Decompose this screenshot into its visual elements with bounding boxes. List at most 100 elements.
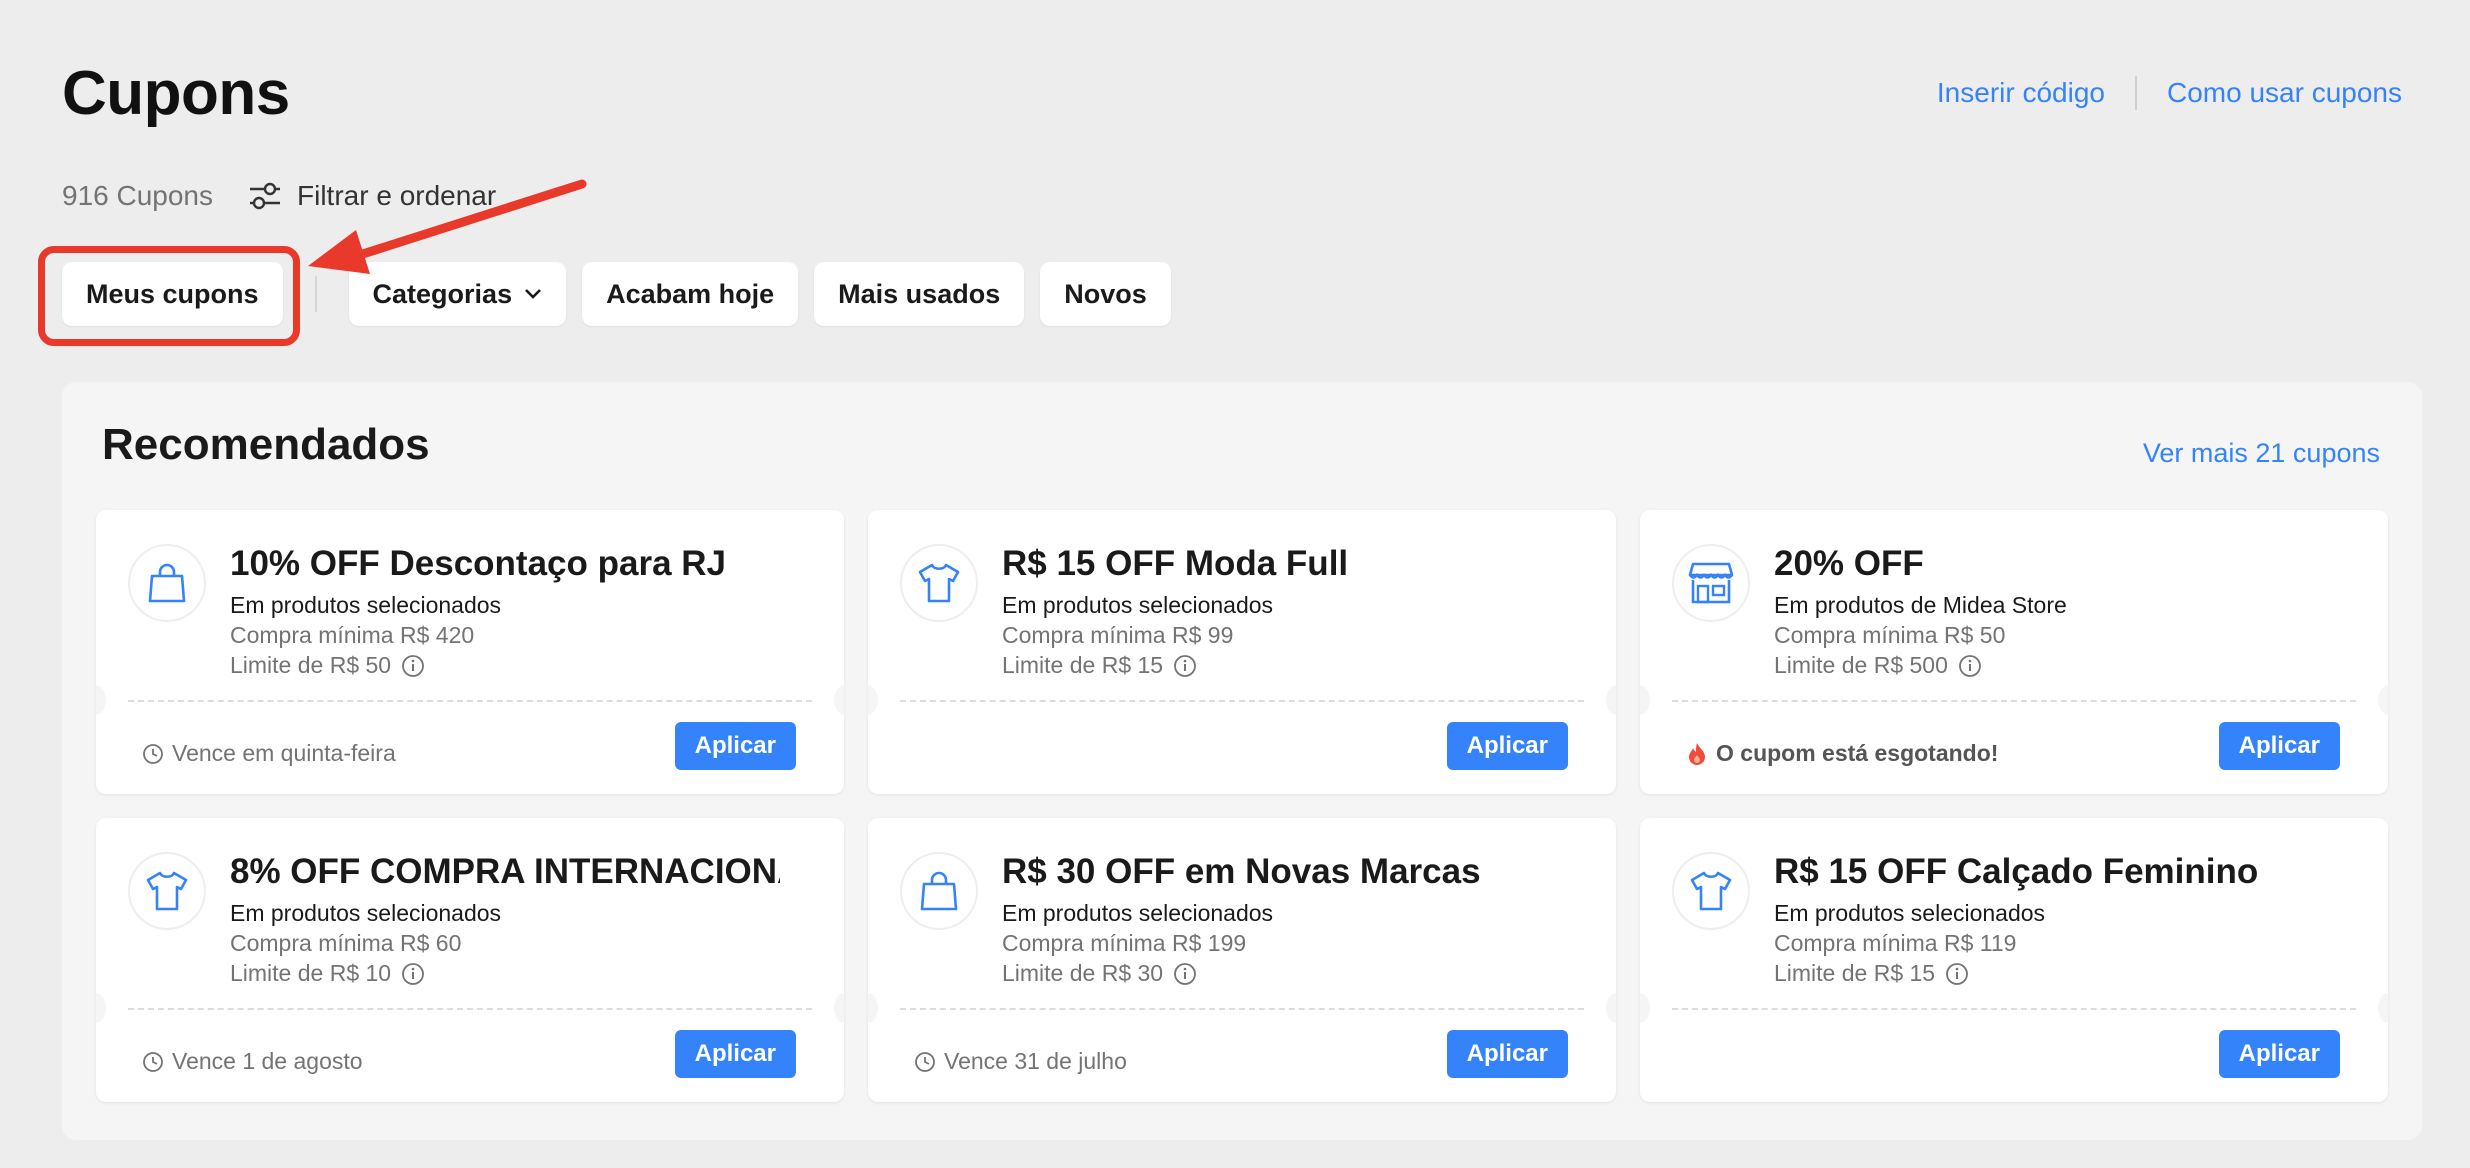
coupon-expiry: Vence em quinta-feira: [142, 740, 396, 767]
coupon-limit: Limite de R$ 15: [1002, 652, 1197, 679]
ticket-notch: [1606, 993, 1616, 1023]
ticket-notch: [834, 993, 844, 1023]
coupon-card: 20% OFF Em produtos de Midea Store Compr…: [1640, 510, 2388, 794]
coupon-limit-text: Limite de R$ 50: [230, 652, 392, 678]
see-more-coupons-link[interactable]: Ver mais 21 cupons: [2143, 438, 2380, 469]
coupon-subtitle: Em produtos selecionados: [1002, 900, 1274, 926]
coupon-expiry: Vence 1 de agosto: [142, 1048, 363, 1075]
coupon-expiry-text: Vence 1 de agosto: [172, 1048, 363, 1074]
coupon-icon-circle: [900, 852, 978, 930]
annotation-highlight-box: [38, 246, 300, 346]
coupon-limit: Limite de R$ 10: [230, 960, 425, 987]
coupon-subtitle: Em produtos selecionados: [230, 900, 502, 926]
ticket-divider: [128, 700, 812, 702]
coupon-expiry-text: Vence 31 de julho: [944, 1048, 1127, 1074]
coupon-limit: Limite de R$ 15: [1774, 960, 1969, 987]
coupon-expiry-text: Vence em quinta-feira: [172, 740, 396, 766]
shirt-icon: [1690, 871, 1732, 911]
coupon-card: R$ 15 OFF Calçado Feminino Em produtos s…: [1640, 818, 2388, 1102]
coupon-title: 8% OFF COMPRA INTERNACIONAL: [230, 852, 780, 891]
ticket-notch: [1640, 685, 1650, 715]
coupon-icon-circle: [900, 544, 978, 622]
coupon-min-purchase: Compra mínima R$ 50: [1774, 622, 2006, 648]
recommended-panel: Recomendados Ver mais 21 cupons 10% OFF …: [62, 382, 2422, 1140]
shirt-icon: [918, 563, 960, 603]
bag-icon: [148, 563, 186, 603]
coupon-subtitle: Em produtos selecionados: [230, 592, 502, 618]
store-icon: [1688, 562, 1734, 604]
coupon-title: R$ 15 OFF Calçado Feminino: [1774, 852, 2259, 891]
chip-categories-label: Categorias: [372, 278, 513, 309]
ticket-notch: [2378, 993, 2388, 1023]
ticket-divider: [1672, 700, 2356, 702]
ticket-notch: [1640, 993, 1650, 1023]
coupon-running-out: O cupom está esgotando!: [1686, 740, 1998, 767]
apply-button[interactable]: Aplicar: [674, 1030, 796, 1078]
coupon-min-purchase: Compra mínima R$ 199: [1002, 930, 1247, 956]
how-to-use-coupons-link[interactable]: Como usar cupons: [2167, 77, 2402, 109]
coupon-limit-text: Limite de R$ 500: [1774, 652, 1948, 678]
coupon-card: R$ 15 OFF Moda Full Em produtos selecion…: [868, 510, 1616, 794]
coupon-title: R$ 15 OFF Moda Full: [1002, 544, 1349, 583]
coupon-limit-text: Limite de R$ 15: [1774, 960, 1936, 986]
coupon-title: R$ 30 OFF em Novas Marcas: [1002, 852, 1481, 891]
coupon-limit: Limite de R$ 500: [1774, 652, 1982, 679]
coupon-grid: 10% OFF Descontaço para RJ Em produtos s…: [96, 510, 2388, 1102]
sliders-icon: [250, 182, 281, 210]
coupon-subtitle: Em produtos de Midea Store: [1774, 592, 2067, 618]
apply-button[interactable]: Aplicar: [2218, 1030, 2340, 1078]
coupon-min-purchase: Compra mínima R$ 420: [230, 622, 475, 648]
chip-divider: [314, 276, 317, 312]
coupon-icon-circle: [128, 544, 206, 622]
coupon-icon-circle: [1672, 852, 1750, 930]
recommended-title: Recomendados: [102, 420, 430, 469]
apply-button[interactable]: Aplicar: [1446, 722, 1568, 770]
apply-button[interactable]: Aplicar: [2218, 722, 2340, 770]
clock-icon: [143, 1051, 163, 1072]
coupon-min-purchase: Compra mínima R$ 60: [230, 930, 462, 956]
coupon-limit-text: Limite de R$ 10: [230, 960, 392, 986]
coupon-min-purchase: Compra mínima R$ 99: [1002, 622, 1234, 648]
coupon-limit-text: Limite de R$ 30: [1002, 960, 1164, 986]
info-icon[interactable]: [1173, 962, 1197, 986]
clock-icon: [143, 743, 163, 764]
ticket-notch: [2378, 685, 2388, 715]
fire-icon: [1689, 742, 1705, 765]
chip-new[interactable]: Novos: [1040, 262, 1171, 326]
ticket-notch: [96, 685, 106, 715]
coupon-count: 916 Cupons: [62, 180, 214, 211]
chevron-down-icon: [525, 289, 542, 299]
coupon-subtitle: Em produtos selecionados: [1002, 592, 1274, 618]
apply-button[interactable]: Aplicar: [674, 722, 796, 770]
coupon-title: 10% OFF Descontaço para RJ: [230, 544, 726, 583]
ticket-notch: [868, 993, 878, 1023]
info-icon[interactable]: [401, 654, 425, 678]
coupon-min-purchase: Compra mínima R$ 119: [1774, 930, 2017, 956]
coupon-subtitle: Em produtos selecionados: [1774, 900, 2046, 926]
chip-ending-today[interactable]: Acabam hoje: [582, 262, 799, 326]
chip-most-used[interactable]: Mais usados: [814, 262, 1025, 326]
apply-button[interactable]: Aplicar: [1446, 1030, 1568, 1078]
coupon-icon-circle: [1672, 544, 1750, 622]
info-icon[interactable]: [1945, 962, 1969, 986]
info-icon[interactable]: [401, 962, 425, 986]
page-title: Cupons: [62, 59, 290, 128]
coupon-title: 20% OFF: [1774, 544, 1924, 583]
ticket-notch: [1606, 685, 1616, 715]
coupon-expiry: Vence 31 de julho: [914, 1048, 1127, 1075]
insert-code-link[interactable]: Inserir código: [1937, 77, 2105, 109]
bag-icon: [920, 871, 958, 911]
top-links: Inserir código Como usar cupons: [1937, 76, 2402, 110]
ticket-notch: [834, 685, 844, 715]
link-divider: [2134, 76, 2137, 110]
coupon-card: 10% OFF Descontaço para RJ Em produtos s…: [96, 510, 844, 794]
ticket-divider: [1672, 1008, 2356, 1010]
coupon-running-out-text: O cupom está esgotando!: [1716, 740, 1999, 766]
info-icon[interactable]: [1958, 654, 1982, 678]
coupon-icon-circle: [128, 852, 206, 930]
coupon-limit: Limite de R$ 30: [1002, 960, 1197, 987]
coupon-limit-text: Limite de R$ 15: [1002, 652, 1164, 678]
ticket-divider: [900, 700, 1584, 702]
info-icon[interactable]: [1173, 654, 1197, 678]
ticket-divider: [128, 1008, 812, 1010]
